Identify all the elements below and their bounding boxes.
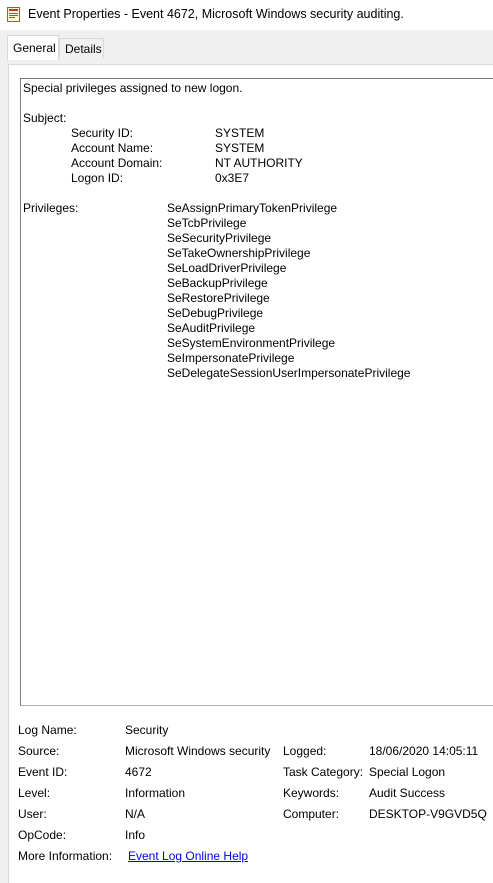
logged-label: Logged: — [283, 744, 327, 758]
privilege-item: SeLoadDriverPrivilege — [167, 261, 287, 275]
logon-id-label: Logon ID: — [71, 171, 124, 185]
event-description-box[interactable]: Special privileges assigned to new logon… — [20, 78, 493, 706]
title-bar[interactable]: Event Properties - Event 4672, Microsoft… — [0, 0, 493, 30]
event-id-label: Event ID: — [18, 765, 68, 779]
subject-heading: Subject: — [23, 111, 67, 125]
source-label: Source: — [18, 744, 60, 758]
log-name-label: Log Name: — [18, 723, 77, 737]
privilege-item: SeBackupPrivilege — [167, 276, 268, 290]
more-information-label: More Information: — [18, 849, 113, 863]
privilege-item: SeRestorePrivilege — [167, 291, 270, 305]
task-category-label: Task Category: — [283, 765, 364, 779]
level-value: Information — [125, 786, 186, 800]
privilege-item: SeTakeOwnershipPrivilege — [167, 246, 311, 260]
user-label: User: — [18, 807, 47, 821]
tab-general[interactable]: General — [7, 35, 59, 60]
account-name-label: Account Name: — [71, 141, 154, 155]
computer-value: DESKTOP-V9GVD5Q — [369, 807, 487, 821]
privilege-item: SeDebugPrivilege — [167, 306, 264, 320]
event-properties-icon — [7, 7, 20, 22]
log-name-value: Security — [125, 723, 169, 737]
tab-details[interactable]: Details — [59, 38, 104, 58]
account-domain-label: Account Domain: — [71, 156, 163, 170]
event-log-online-help-link[interactable]: Event Log Online Help — [128, 849, 248, 863]
account-name-value: SYSTEM — [215, 141, 265, 155]
security-id-label: Security ID: — [71, 126, 134, 140]
opcode-label: OpCode: — [18, 828, 67, 842]
task-category-value: Special Logon — [369, 765, 446, 779]
privilege-item: SeTcbPrivilege — [167, 216, 247, 230]
opcode-value: Info — [125, 828, 146, 842]
privilege-item: SeSystemEnvironmentPrivilege — [167, 336, 336, 350]
keywords-value: Audit Success — [369, 786, 446, 800]
level-label: Level: — [18, 786, 51, 800]
privileges-heading: Privileges: — [23, 201, 79, 215]
window-title: Event Properties - Event 4672, Microsoft… — [28, 7, 404, 21]
logged-value: 18/06/2020 14:05:11 — [369, 744, 479, 758]
description-summary: Special privileges assigned to new logon… — [23, 81, 243, 95]
event-id-value: 4672 — [125, 765, 152, 779]
account-domain-value: NT AUTHORITY — [215, 156, 303, 170]
privilege-item: SeAuditPrivilege — [167, 321, 256, 335]
privilege-item: SeDelegateSessionUserImpersonatePrivileg… — [167, 366, 411, 380]
privilege-item: SeSecurityPrivilege — [167, 231, 272, 245]
logon-id-value: 0x3E7 — [215, 171, 250, 185]
user-value: N/A — [125, 807, 146, 821]
privilege-item: SeAssignPrimaryTokenPrivilege — [167, 201, 338, 215]
keywords-label: Keywords: — [283, 786, 340, 800]
security-id-value: SYSTEM — [215, 126, 265, 140]
privilege-item: SeImpersonatePrivilege — [167, 351, 295, 365]
computer-label: Computer: — [283, 807, 340, 821]
source-value: Microsoft Windows security — [125, 744, 271, 758]
